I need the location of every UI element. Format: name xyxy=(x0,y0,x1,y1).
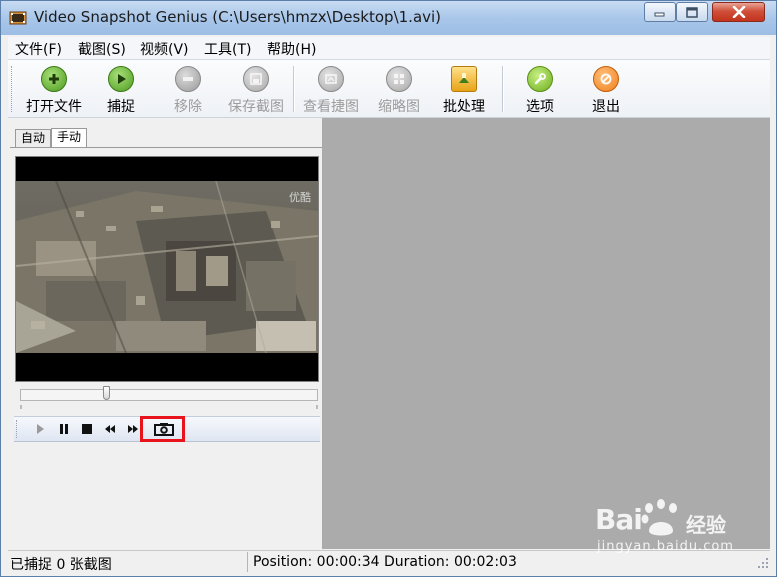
watermark-jingyan-text: 经验 xyxy=(686,513,726,537)
title-bar[interactable]: Video Snapshot Genius (C:\Users\hmzx\Des… xyxy=(1,1,776,35)
batch-process-label: 批处理 xyxy=(443,99,485,115)
status-captured-count: 已捕捉 0 张截图 xyxy=(10,557,112,573)
pause-icon xyxy=(60,424,68,434)
play-icon xyxy=(37,424,44,434)
maximize-button[interactable] xyxy=(676,2,708,22)
seek-ticks xyxy=(20,405,318,409)
menu-tools[interactable]: 工具(T) xyxy=(204,39,251,59)
rewind-button[interactable] xyxy=(102,421,118,437)
seek-bar[interactable] xyxy=(20,389,318,401)
exit-icon xyxy=(593,66,619,92)
menu-help[interactable]: 帮助(H) xyxy=(267,39,316,59)
batch-process-button[interactable]: 批处理 xyxy=(429,64,499,115)
toolbar-grip[interactable] xyxy=(11,66,15,112)
status-separator xyxy=(247,552,248,572)
pause-button[interactable] xyxy=(56,421,72,437)
menu-snapshot[interactable]: 截图(S) xyxy=(78,39,126,59)
exit-button[interactable]: 退出 xyxy=(571,64,641,115)
fast-forward-button[interactable] xyxy=(125,421,141,437)
resize-grip-icon[interactable] xyxy=(757,557,769,569)
stop-icon xyxy=(82,424,92,434)
exit-label: 退出 xyxy=(592,99,620,115)
options-label: 选项 xyxy=(526,99,554,115)
plus-icon xyxy=(41,66,67,92)
menu-video[interactable]: 视频(V) xyxy=(140,39,189,59)
menu-bar: 文件(F) 截图(S) 视频(V) 工具(T) 帮助(H) xyxy=(8,37,770,60)
open-file-label: 打开文件 xyxy=(26,99,82,115)
toolbar-separator xyxy=(502,66,503,112)
close-button[interactable] xyxy=(712,2,765,22)
video-preview[interactable]: 优酷 xyxy=(15,156,319,382)
minus-icon xyxy=(175,66,201,92)
maximize-icon xyxy=(686,6,698,18)
minimize-icon xyxy=(654,12,665,17)
video-frame-image: 优酷 xyxy=(16,181,318,353)
film-app-icon xyxy=(9,11,27,25)
controls-grip[interactable] xyxy=(16,420,21,438)
construction-site-image xyxy=(16,181,318,353)
snapshot-list-area[interactable] xyxy=(323,118,770,549)
play-button[interactable] xyxy=(32,421,48,437)
fast-forward-icon xyxy=(128,425,138,433)
tab-auto[interactable]: 自动 xyxy=(15,129,52,147)
watermark-brand-text: Bai xyxy=(595,503,643,536)
snapshot-highlight-box xyxy=(140,416,185,442)
thumbnail-button[interactable]: 缩略图 xyxy=(364,64,434,115)
options-button[interactable]: 选项 xyxy=(505,64,575,115)
menu-file[interactable]: 文件(F) xyxy=(15,39,62,59)
baidu-jingyan-watermark: Bai 经验 jingyan.baidu.com xyxy=(591,493,771,563)
capture-label: 捕捉 xyxy=(107,99,135,115)
tab-divider xyxy=(10,147,322,148)
play-icon xyxy=(108,66,134,92)
status-position-duration: Position: 00:00:34 Duration: 00:02:03 xyxy=(253,554,517,570)
seek-thumb[interactable] xyxy=(103,386,111,400)
toolbar-separator xyxy=(293,66,294,112)
rewind-icon xyxy=(105,425,115,433)
close-icon xyxy=(732,6,745,18)
view-snapshot-button[interactable]: 查看捷图 xyxy=(296,64,366,115)
capture-panel: 自动 手动 优酷 xyxy=(8,118,323,549)
minimize-button[interactable] xyxy=(644,2,676,22)
view-snapshot-label: 查看捷图 xyxy=(303,99,359,115)
open-file-button[interactable]: 打开文件 xyxy=(19,64,89,115)
video-watermark: 优酷 xyxy=(289,191,311,204)
capture-button[interactable]: 捕捉 xyxy=(86,64,156,115)
view-icon xyxy=(318,66,344,92)
toolbar: 打开文件 捕捉 移除 保存截图 查看捷图 缩略图 批处理 选项 退出 xyxy=(8,60,770,118)
wrench-icon xyxy=(527,66,553,92)
watermark-url: jingyan.baidu.com xyxy=(597,539,734,554)
window-title: Video Snapshot Genius (C:\Users\hmzx\Des… xyxy=(34,8,442,26)
tab-manual[interactable]: 手动 xyxy=(51,128,88,148)
save-icon xyxy=(243,66,269,92)
remove-button[interactable]: 移除 xyxy=(153,64,223,115)
save-snapshot-button[interactable]: 保存截图 xyxy=(221,64,291,115)
batch-icon xyxy=(451,66,477,92)
stop-button[interactable] xyxy=(79,421,95,437)
remove-label: 移除 xyxy=(174,99,202,115)
app-window: Video Snapshot Genius (C:\Users\hmzx\Des… xyxy=(0,0,777,577)
paw-logo-icon xyxy=(641,499,677,536)
save-snapshot-label: 保存截图 xyxy=(228,99,284,115)
thumbnail-label: 缩略图 xyxy=(378,99,420,115)
thumbnail-icon xyxy=(386,66,412,92)
